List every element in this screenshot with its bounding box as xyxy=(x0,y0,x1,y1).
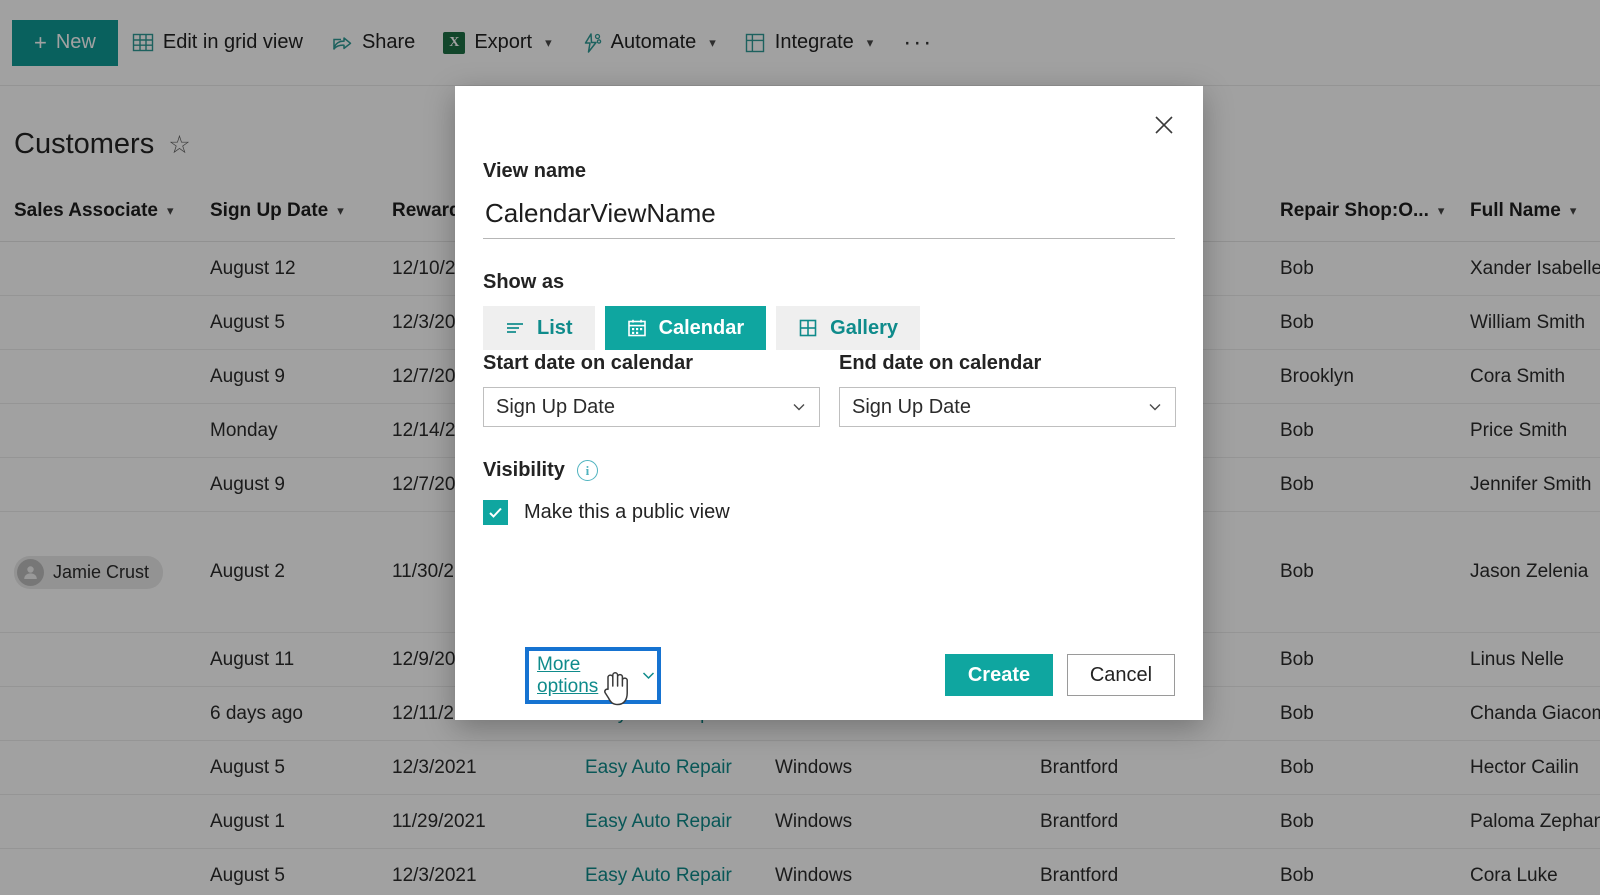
show-as-label: Show as xyxy=(483,271,565,293)
visibility-label: Visibility xyxy=(483,459,565,481)
end-date-label: End date on calendar xyxy=(839,352,1042,374)
show-as-option-label: List xyxy=(537,316,573,339)
chevron-down-icon xyxy=(640,667,657,684)
end-date-value: Sign Up Date xyxy=(852,395,971,418)
cancel-button[interactable]: Cancel xyxy=(1067,654,1175,696)
start-date-dropdown[interactable]: Sign Up Date xyxy=(483,387,820,427)
gallery-icon xyxy=(798,318,818,338)
show-as-option-list[interactable]: List xyxy=(483,306,595,350)
end-date-dropdown[interactable]: Sign Up Date xyxy=(839,387,1176,427)
visibility-field: Visibility i Make this a public view xyxy=(483,459,1175,525)
show-as-field: Show as List Calendar Gallery xyxy=(483,271,1175,350)
visibility-header: Visibility i xyxy=(483,459,1175,482)
close-icon[interactable] xyxy=(1145,106,1183,144)
start-date-value: Sign Up Date xyxy=(496,395,615,418)
chevron-down-icon xyxy=(1147,399,1163,415)
show-as-group: List Calendar Gallery xyxy=(483,306,1175,350)
date-fields: Start date on calendar Sign Up Date End … xyxy=(483,352,1176,427)
dialog-body: View name Show as List xyxy=(483,160,1176,706)
create-view-dialog: View name Show as List xyxy=(455,86,1203,720)
show-as-option-label: Gallery xyxy=(830,316,898,339)
create-button[interactable]: Create xyxy=(945,654,1053,696)
public-view-checkbox-label: Make this a public view xyxy=(524,501,730,523)
more-options-label: More options xyxy=(537,653,599,697)
calendar-icon xyxy=(627,318,647,338)
start-date-label: Start date on calendar xyxy=(483,352,694,374)
start-date-field: Start date on calendar Sign Up Date xyxy=(483,352,820,427)
end-date-field: End date on calendar Sign Up Date xyxy=(839,352,1176,427)
list-icon xyxy=(505,318,525,338)
dialog-actions: Create Cancel xyxy=(945,654,1175,696)
show-as-option-calendar[interactable]: Calendar xyxy=(604,306,767,350)
show-as-option-label: Calendar xyxy=(658,316,745,339)
more-options-highlight: More options xyxy=(525,647,661,704)
view-name-label: View name xyxy=(483,160,587,182)
view-name-field: View name xyxy=(483,160,1175,239)
public-view-checkbox[interactable] xyxy=(483,500,508,525)
view-name-input[interactable] xyxy=(483,195,1175,239)
info-icon[interactable]: i xyxy=(576,460,598,481)
public-view-checkbox-row[interactable]: Make this a public view xyxy=(483,500,1175,525)
more-options-link[interactable]: More options xyxy=(537,654,657,698)
chevron-down-icon xyxy=(791,399,807,415)
show-as-option-gallery[interactable]: Gallery xyxy=(776,306,920,350)
